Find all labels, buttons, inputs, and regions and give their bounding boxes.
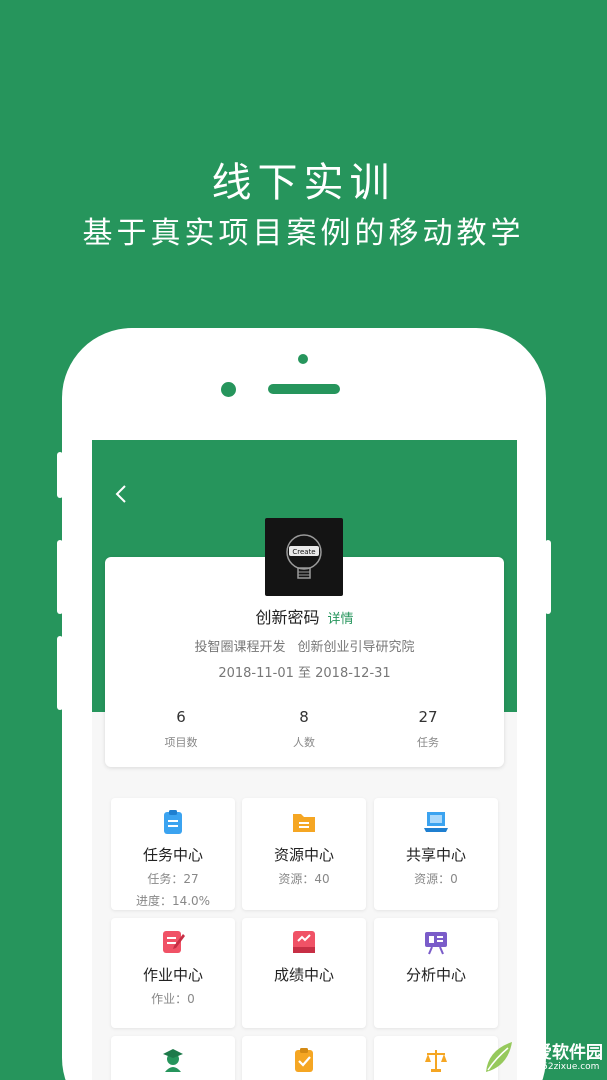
laptop-icon [424,812,448,832]
promo-headline: 线下实训 [211,160,396,206]
tile-title: 作业中心 [142,966,203,984]
project-name-row: 创新密码 详情 [92,604,517,628]
folder-icon [293,814,315,832]
score-card-icon [293,931,315,953]
tile-resource-center[interactable]: 资源中心 资源：40 [242,798,366,910]
stat-label: 项目数 [164,736,198,749]
detail-link[interactable]: 详情 [328,612,354,627]
leaf-logo-icon [486,1042,512,1072]
graduate-icon [163,1049,183,1072]
stat-people: 8 人数 [244,708,364,750]
stat-value: 27 [418,708,438,726]
phone-speaker [268,384,340,394]
tile-progress: 进度：14.0% [135,894,211,908]
tile-stat: 作业：0 [151,992,195,1006]
stat-label: 任务 [417,736,439,749]
tile-homework-center[interactable]: 作业中心 作业：0 [111,918,235,1028]
tile-stat: 资源：40 [278,872,330,886]
app-screen: Create 创新密码 详情 投智圈课程开发 创新创业引导研究院 2018-11-0… [92,440,517,1080]
tile-analysis-center[interactable]: 分析中心 [374,918,498,1028]
project-logo: Create [265,518,343,596]
checklist-icon [295,1048,313,1072]
site-watermark: 吾爱软件园 www.52zixue.com [478,1036,607,1080]
logo-text: Create [292,548,315,556]
stat-value: 6 [176,708,186,726]
tile-title: 资源中心 [273,846,334,864]
tile-task-center[interactable]: 任务中心 任务：27 进度：14.0% [111,798,235,910]
stat-label: 人数 [293,736,315,749]
tile-title: 成绩中心 [273,966,334,984]
tile-stat: 资源：0 [414,872,458,886]
tile-share-center[interactable]: 共享中心 资源：0 [374,798,498,910]
back-arrow-icon[interactable] [110,482,134,506]
org-name: 创新创业引导研究院 [297,640,415,655]
org-name: 投智圈课程开发 [194,640,286,655]
tile-checklist[interactable] [242,1036,366,1080]
presentation-board-icon [425,932,447,955]
phone-camera [221,382,236,397]
phone-sensor [298,354,308,364]
watermark-title: 吾爱软件园 [518,1043,603,1063]
stat-tasks: 27 任务 [368,708,488,750]
tile-title: 分析中心 [405,966,466,984]
promo-subheadline: 基于真实项目案例的移动教学 [82,216,525,251]
watermark-url: www.52zixue.com [518,1062,600,1072]
tile-graduate[interactable] [111,1036,235,1080]
project-date-range: 2018-11-01 至 2018-12-31 [218,666,391,681]
scales-icon [425,1050,447,1072]
tile-stat: 任务：27 [147,872,199,886]
project-name: 创新密码 [255,608,320,627]
tile-title: 任务中心 [142,846,203,864]
tile-title: 共享中心 [405,846,466,864]
notebook-pen-icon [163,931,185,953]
project-orgs: 投智圈课程开发 创新创业引导研究院 [92,636,517,655]
clipboard-icon [164,810,182,834]
tile-score-center[interactable]: 成绩中心 [242,918,366,1028]
stat-value: 8 [299,708,309,726]
stat-projects: 6 项目数 [121,708,241,750]
lightbulb-logo-icon: Create [286,534,322,579]
